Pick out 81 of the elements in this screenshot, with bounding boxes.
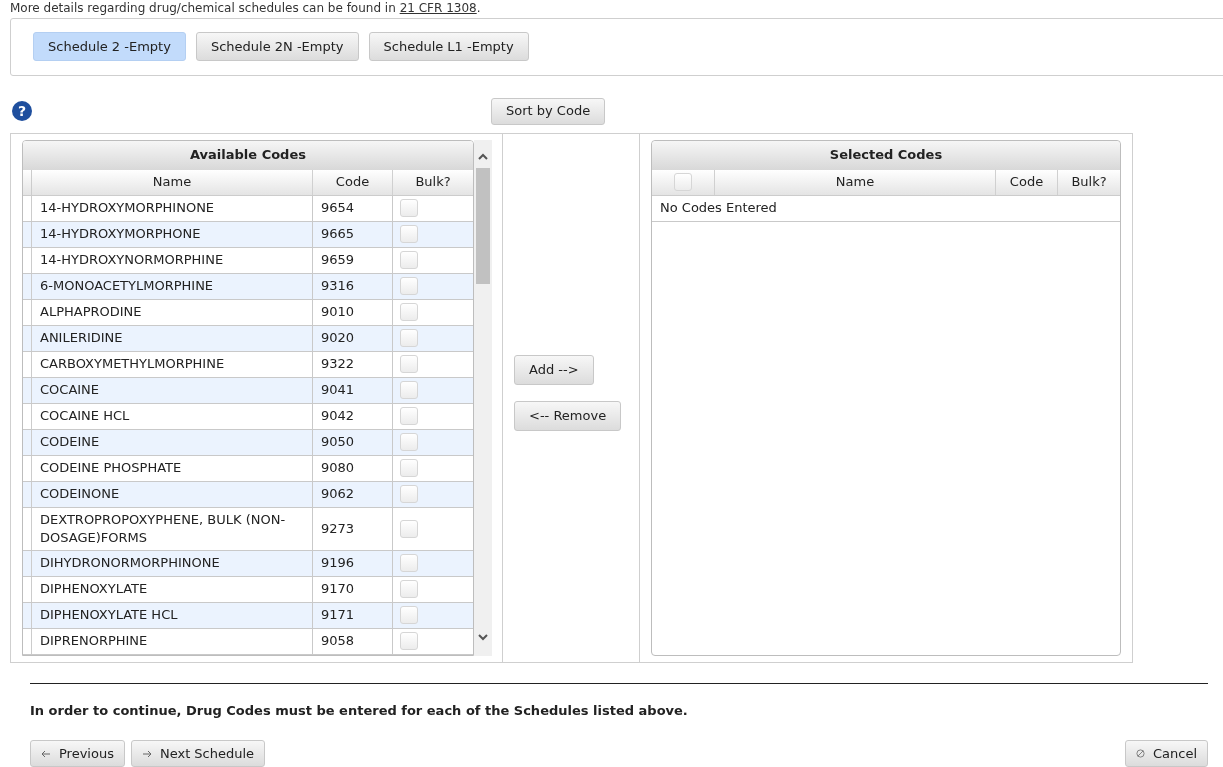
checkbox[interactable]: [400, 580, 418, 598]
table-cell: CODEINE: [32, 429, 313, 455]
help-icon[interactable]: ?: [11, 100, 33, 122]
table-cell: 9196: [313, 550, 393, 576]
schedule-tab[interactable]: Schedule 2N -Empty: [195, 32, 359, 62]
add-button[interactable]: Add -->: [514, 354, 594, 385]
scroll-up-icon[interactable]: [477, 151, 489, 162]
empty-message: No Codes Entered: [660, 199, 777, 218]
scrollbar[interactable]: [474, 139, 492, 656]
column-header: Name: [715, 169, 996, 195]
scroll-down-icon[interactable]: [477, 631, 489, 642]
checkbox[interactable]: [400, 433, 418, 451]
table-cell: 9041: [313, 377, 393, 403]
table-title: Available Codes: [23, 140, 473, 170]
schedule-tab[interactable]: Schedule L1 -Empty: [368, 32, 529, 62]
intro-text: More details regarding drug/chemical schedules can be found in 21 CFR 1308.: [10, 0, 482, 16]
table-cell: CODEINONE: [32, 481, 313, 507]
cfr-link[interactable]: 21 CFR 1308: [399, 1, 477, 15]
table-title: Selected Codes: [652, 140, 1120, 170]
table-cell: 14-HYDROXYNORMORPHINE: [32, 247, 313, 273]
checkbox[interactable]: [674, 173, 692, 191]
checkbox[interactable]: [400, 519, 418, 538]
table-cell: DIPHENOXYLATE: [32, 576, 313, 602]
table-cell: 9659: [313, 247, 393, 273]
checkbox[interactable]: [400, 407, 418, 425]
cancel-button[interactable]: Cancel: [1124, 740, 1208, 767]
table-cell: 9042: [313, 403, 393, 429]
table-cell: 9322: [313, 351, 393, 377]
table-cell: 9171: [313, 602, 393, 628]
next-schedule-button[interactable]: Next Schedule: [130, 740, 266, 767]
table-cell: ALPHAPRODINE: [32, 299, 313, 325]
table-cell: ANILERIDINE: [32, 325, 313, 351]
column-header: Name: [32, 169, 313, 195]
checkbox[interactable]: [400, 329, 418, 347]
schedule-tab[interactable]: Schedule 2 -Empty: [33, 32, 186, 62]
column-header: Bulk?: [1070, 173, 1108, 192]
table-cell: 14-HYDROXYMORPHINONE: [32, 195, 313, 221]
table-cell: 9080: [313, 455, 393, 481]
scrollbar-thumb[interactable]: [476, 167, 490, 284]
column-header: Bulk?: [414, 173, 452, 192]
checkbox[interactable]: [400, 632, 418, 650]
checkbox[interactable]: [400, 303, 418, 321]
table-cell: 9654: [313, 195, 393, 221]
table-cell: 9665: [313, 221, 393, 247]
column-header: Code: [996, 169, 1058, 195]
table-cell: CARBOXYMETHYLMORPHINE: [32, 351, 313, 377]
checkbox[interactable]: [400, 485, 418, 503]
table-cell: DIHYDRONORMORPHINONE: [32, 550, 313, 576]
table-cell: COCAINE HCL: [32, 403, 313, 429]
checkbox[interactable]: [400, 381, 418, 399]
remove-button[interactable]: <-- Remove: [514, 400, 622, 431]
checkbox[interactable]: [400, 225, 418, 243]
right-arrow-icon: [141, 749, 152, 758]
checkbox[interactable]: [400, 277, 418, 295]
continue-message: In order to continue, Drug Codes must be entered for each of the Schedules listed above.: [30, 701, 689, 720]
table-cell: 9062: [313, 481, 393, 507]
table-cell: 9050: [313, 429, 393, 455]
sort-by-code-button[interactable]: Sort by Code: [491, 97, 606, 125]
checkbox[interactable]: [400, 251, 418, 269]
table-cell: 6-MONOACETYLMORPHINE: [32, 273, 313, 299]
table-cell: 9170: [313, 576, 393, 602]
table-cell: 9010: [313, 299, 393, 325]
table-cell: 9020: [313, 325, 393, 351]
previous-button[interactable]: Previous: [30, 740, 125, 767]
column-header: Code: [313, 169, 393, 195]
table-cell: DIPRENORPHINE: [32, 628, 313, 654]
left-arrow-icon: [41, 749, 51, 758]
table-cell: DIPHENOXYLATE HCL: [32, 602, 313, 628]
table-cell: 9316: [313, 273, 393, 299]
table-cell: 14-HYDROXYMORPHONE: [32, 221, 313, 247]
cancel-icon: [1135, 749, 1145, 758]
table-cell: CODEINE PHOSPHATE: [32, 455, 313, 481]
table-cell: DEXTROPROPOXYPHENE, BULK (NON-DOSAGE)FORMS: [32, 507, 313, 550]
table-cell: 9273: [313, 507, 393, 550]
checkbox[interactable]: [400, 355, 418, 373]
checkbox[interactable]: [400, 199, 418, 217]
checkbox[interactable]: [400, 459, 418, 477]
checkbox[interactable]: [400, 606, 418, 624]
table-cell: 9058: [313, 628, 393, 654]
checkbox[interactable]: [400, 554, 418, 572]
table-cell: COCAINE: [32, 377, 313, 403]
